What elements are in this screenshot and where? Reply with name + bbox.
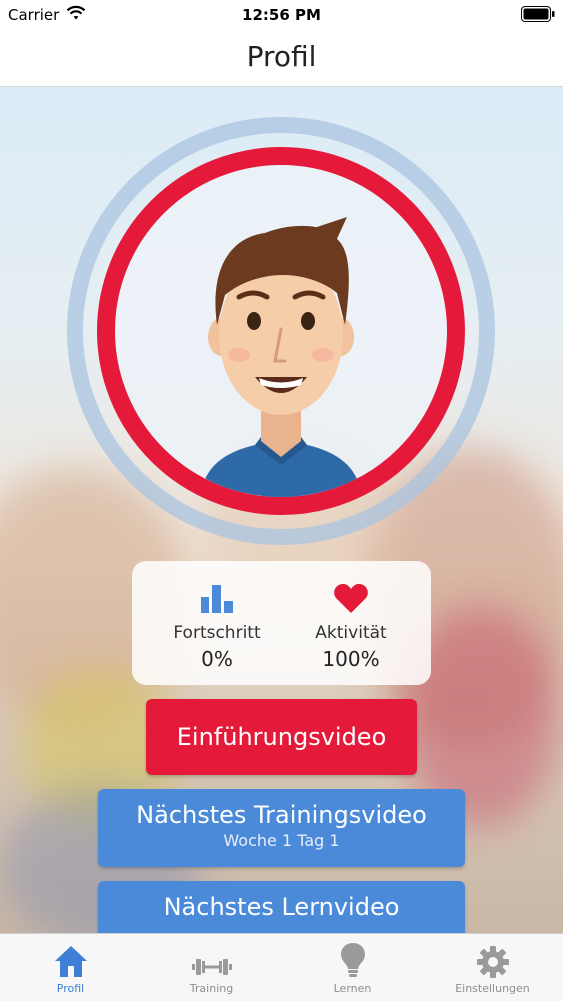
intro-video-button[interactable]: Einführungsvideo	[146, 699, 417, 775]
tab-profil[interactable]: Profil	[0, 934, 141, 1001]
learn-video-title: Nächstes Lernvideo	[163, 893, 400, 921]
bar-chart-icon	[152, 575, 282, 613]
tab-lernen[interactable]: Lernen	[282, 934, 423, 1001]
intro-video-label: Einführungsvideo	[176, 723, 387, 751]
dumbbell-icon	[141, 934, 282, 978]
status-bar: Carrier 12:56 PM	[0, 0, 563, 30]
stats-card: Fortschritt 0% Aktivität 100%	[132, 561, 431, 685]
stat-progress: Fortschritt 0%	[152, 575, 282, 671]
avatar[interactable]	[97, 147, 465, 515]
tab-label: Training	[189, 982, 234, 995]
stat-activity: Aktivität 100%	[286, 575, 416, 671]
stat-value: 100%	[322, 647, 380, 671]
gear-icon	[422, 934, 563, 978]
next-training-video-button[interactable]: Nächstes Trainingsvideo Woche 1 Tag 1	[98, 789, 465, 867]
next-learn-video-button[interactable]: Nächstes Lernvideo	[98, 881, 465, 933]
tab-label: Einstellungen	[455, 982, 530, 995]
tab-einstellungen[interactable]: Einstellungen	[422, 934, 563, 1001]
clock: 12:56 PM	[242, 6, 321, 24]
stat-label: Aktivität	[315, 623, 387, 643]
profile-content: Fortschritt 0% Aktivität 100% Einführung…	[0, 87, 563, 933]
lightbulb-icon	[282, 934, 423, 978]
training-video-title: Nächstes Trainingsvideo	[136, 801, 427, 829]
page-title: Profil	[246, 40, 317, 73]
training-video-subtitle: Woche 1 Tag 1	[223, 831, 340, 850]
navigation-bar: Profil	[0, 30, 563, 87]
tab-label: Lernen	[333, 982, 372, 995]
tab-bar: Profil Training Lernen Einstellungen	[0, 933, 563, 1001]
stat-value: 0%	[201, 647, 233, 671]
tab-label: Profil	[56, 982, 85, 995]
stat-label: Fortschritt	[173, 623, 261, 643]
home-icon	[0, 934, 141, 978]
heart-icon	[286, 575, 416, 613]
battery-icon	[521, 6, 555, 22]
avatar-illustration	[201, 217, 361, 497]
tab-training[interactable]: Training	[141, 934, 282, 1001]
